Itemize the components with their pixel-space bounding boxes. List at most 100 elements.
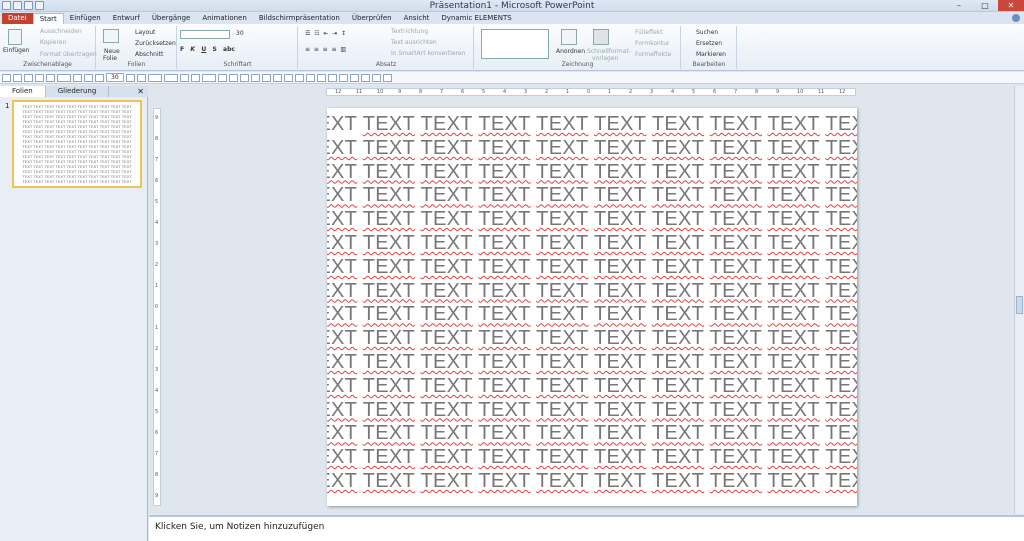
triangle-tool-icon[interactable] <box>24 73 33 82</box>
section-button[interactable]: Abschnitt <box>135 51 163 59</box>
align-left-icon[interactable] <box>147 73 162 82</box>
picture-icon[interactable] <box>305 73 315 82</box>
text-row[interactable]: TEXTTEXTTEXTTEXTTEXTTEXTTEXTTEXTTEXTTEXT <box>327 136 857 160</box>
line-tool-icon[interactable] <box>13 73 22 82</box>
grow-font-icon[interactable] <box>136 73 146 82</box>
notes-pane[interactable]: Klicken Sie, um Notizen hinzuzufügen <box>149 515 1024 541</box>
text-row[interactable]: TEXTTEXTTEXTTEXTTEXTTEXTTEXTTEXTTEXTTEXT <box>327 279 857 303</box>
text-row[interactable]: TEXTTEXTTEXTTEXTTEXTTEXTTEXTTEXTTEXTTEXT <box>327 112 857 136</box>
font-color-icon[interactable] <box>125 73 135 82</box>
align-center-icon[interactable] <box>163 73 178 82</box>
shape-outline-button[interactable]: Formkontur <box>635 40 669 48</box>
tab-design[interactable]: Entwurf <box>107 13 146 24</box>
wordart-icon[interactable] <box>327 73 337 82</box>
new-slide-icon[interactable] <box>103 29 119 43</box>
textbox-icon[interactable] <box>316 73 326 82</box>
group-icon[interactable] <box>217 73 227 82</box>
select-icon[interactable] <box>349 73 359 82</box>
align-buttons[interactable]: ≡ ≡ ≡ ≡ ▥ <box>305 46 346 54</box>
paste-icon[interactable] <box>8 29 22 45</box>
undo-icon[interactable] <box>84 73 93 82</box>
vertical-scrollbar[interactable] <box>1014 86 1024 514</box>
arrange-button[interactable]: Anordnen <box>556 48 585 56</box>
format-painter-button[interactable]: Format übertragen <box>40 51 97 59</box>
font-size-select[interactable]: 30 <box>236 30 244 38</box>
cut-button[interactable]: Ausschneiden <box>40 28 82 36</box>
fill-color-icon[interactable] <box>73 73 82 82</box>
align-text-button[interactable]: Text ausrichten <box>391 39 437 47</box>
tab-review[interactable]: Überprüfen <box>346 13 398 24</box>
shapes-dropdown-icon[interactable] <box>57 73 71 82</box>
bullet-icon[interactable] <box>272 73 282 82</box>
paste-button[interactable]: Einfügen <box>3 47 29 55</box>
square-tool-icon[interactable] <box>35 73 44 82</box>
tab-outline[interactable]: Gliederung <box>46 86 110 97</box>
shape-effects-button[interactable]: Formeffekte <box>635 51 671 59</box>
tab-insert[interactable]: Einfügen <box>64 13 107 24</box>
text-row[interactable]: TEXTTEXTTEXTTEXTTEXTTEXTTEXTTEXTTEXTTEXT <box>327 160 857 184</box>
slide-canvas[interactable]: TEXTTEXTTEXTTEXTTEXTTEXTTEXTTEXTTEXTTEXT… <box>327 108 857 506</box>
text-word: TEXT <box>420 422 473 445</box>
distribute-icon[interactable] <box>250 73 260 82</box>
help-icon[interactable] <box>1012 14 1020 22</box>
effects-icon[interactable] <box>338 73 348 82</box>
scroll-thumb[interactable] <box>1016 296 1023 314</box>
bullets-button[interactable]: ☰ ☷ ⇤ ⇥ ↕ <box>305 30 346 38</box>
tab-file[interactable]: Datei <box>2 13 33 24</box>
minimize-button[interactable]: – <box>946 0 972 11</box>
text-row[interactable]: TEXTTEXTTEXTTEXTTEXTTEXTTEXTTEXTTEXTTEXT <box>327 326 857 350</box>
text-row[interactable]: TEXTTEXTTEXTTEXTTEXTTEXTTEXTTEXTTEXTTEXT <box>327 231 857 255</box>
redo-icon[interactable] <box>95 73 104 82</box>
font-family-select[interactable] <box>180 30 230 39</box>
maximize-button[interactable]: □ <box>972 0 998 11</box>
text-word: TEXT <box>594 231 647 254</box>
copy-button[interactable]: Kopieren <box>40 39 66 47</box>
text-row[interactable]: TEXTTEXTTEXTTEXTTEXTTEXTTEXTTEXTTEXTTEXT <box>327 255 857 279</box>
text-row[interactable]: TEXTTEXTTEXTTEXTTEXTTEXTTEXTTEXTTEXTTEXT <box>327 469 857 493</box>
tab-dynamic-elements[interactable]: Dynamic ELEMENTS <box>435 13 517 24</box>
slide-thumbnail[interactable]: TEXT TEXT TEXT TEXT TEXT TEXT TEXT TEXT … <box>12 100 142 188</box>
order-icon[interactable] <box>228 73 238 82</box>
text-row[interactable]: TEXTTEXTTEXTTEXTTEXTTEXTTEXTTEXTTEXTTEXT <box>327 350 857 374</box>
tab-animations[interactable]: Animationen <box>196 13 252 24</box>
layout-button[interactable]: Layout <box>135 29 155 37</box>
spacing-icon[interactable] <box>261 73 271 82</box>
shape-fill-button[interactable]: Fülleffekt <box>635 29 663 37</box>
select-button[interactable]: Markieren <box>696 51 726 59</box>
shapes-gallery[interactable] <box>481 29 549 59</box>
text-row[interactable]: TEXTTEXTTEXTTEXTTEXTTEXTTEXTTEXTTEXTTEXT <box>327 445 857 469</box>
text-row[interactable]: TEXTTEXTTEXTTEXTTEXTTEXTTEXTTEXTTEXTTEXT <box>327 207 857 231</box>
tab-view[interactable]: Ansicht <box>398 13 436 24</box>
text-row[interactable]: TEXTTEXTTEXTTEXTTEXTTEXTTEXTTEXTTEXTTEXT <box>327 302 857 326</box>
customize-icon[interactable] <box>382 73 392 82</box>
font-size-box[interactable]: 30 <box>106 73 124 82</box>
settings-icon[interactable] <box>371 73 381 82</box>
rotate-icon[interactable] <box>239 73 249 82</box>
table-icon[interactable] <box>283 73 293 82</box>
text-row[interactable]: TEXTTEXTTEXTTEXTTEXTTEXTTEXTTEXTTEXTTEXT <box>327 183 857 207</box>
reset-button[interactable]: Zurücksetzen <box>135 40 176 48</box>
tab-transitions[interactable]: Übergänge <box>146 13 197 24</box>
text-direction-button[interactable]: Textrichtung <box>391 28 428 36</box>
find-button[interactable]: Suchen <box>696 29 718 37</box>
tab-start[interactable]: Start <box>32 13 64 24</box>
tab-slides[interactable]: Folien <box>0 86 46 97</box>
close-button[interactable]: ✕ <box>998 0 1024 11</box>
bold-button[interactable]: F K U S abc <box>180 46 235 54</box>
text-row[interactable]: TEXTTEXTTEXTTEXTTEXTTEXTTEXTTEXTTEXTTEXT <box>327 421 857 445</box>
quickstyles-icon[interactable] <box>593 29 609 45</box>
text-row[interactable]: TEXTTEXTTEXTTEXTTEXTTEXTTEXTTEXTTEXTTEXT <box>327 398 857 422</box>
zoom-icon[interactable] <box>360 73 370 82</box>
close-pane-icon[interactable]: ✕ <box>137 86 144 97</box>
rectangle-tool-icon[interactable] <box>2 73 11 82</box>
smartart-button[interactable]: In SmartArt konvertieren <box>391 50 465 58</box>
tab-slideshow[interactable]: Bildschirmpräsentation <box>253 13 346 24</box>
bold-icon[interactable] <box>179 73 189 82</box>
replace-button[interactable]: Ersetzen <box>696 40 722 48</box>
text-row[interactable]: TEXTTEXTTEXTTEXTTEXTTEXTTEXTTEXTTEXTTEXT <box>327 374 857 398</box>
oval-tool-icon[interactable] <box>46 73 55 82</box>
arrange-icon[interactable] <box>561 29 577 45</box>
italic-icon[interactable] <box>190 73 200 82</box>
outline-color-icon[interactable] <box>201 73 216 82</box>
chart-icon[interactable] <box>294 73 304 82</box>
